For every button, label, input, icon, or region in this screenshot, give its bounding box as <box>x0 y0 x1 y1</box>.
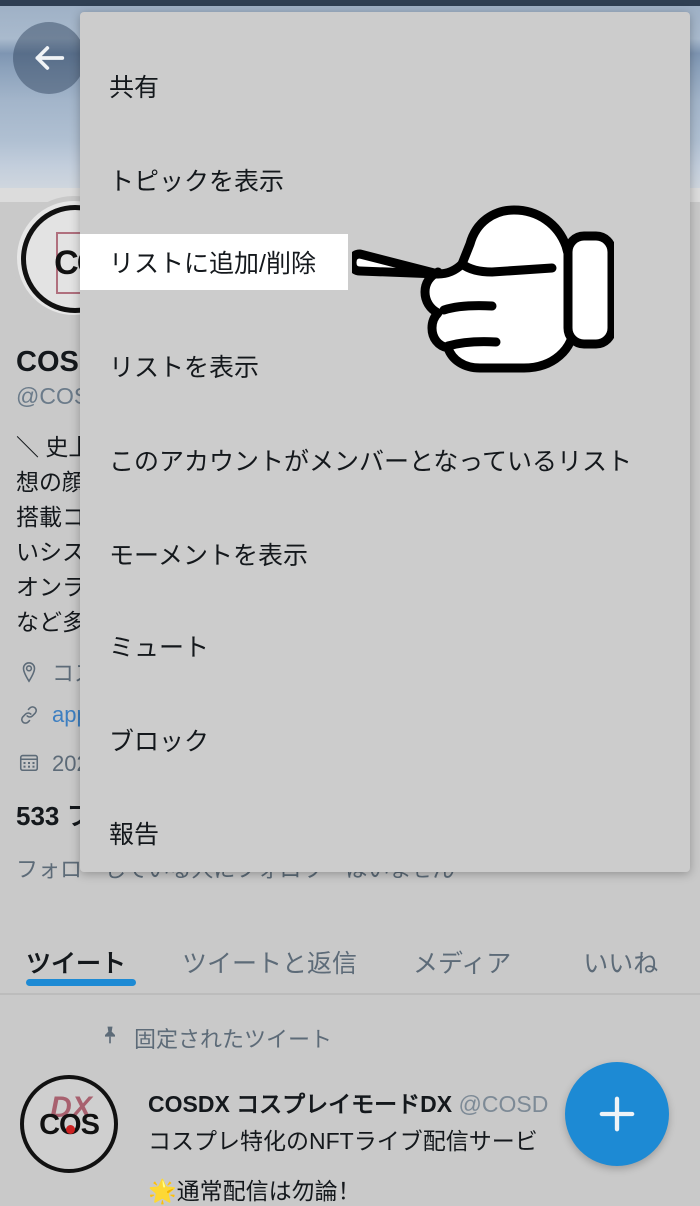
calendar-icon <box>18 751 40 773</box>
pointing-hand-cursor <box>347 196 617 386</box>
tweet-text-line-1: コスプレ特化のNFTライブ配信サービ <box>148 1128 538 1154</box>
menu-item-view-topics[interactable]: トピックを表示 <box>80 152 284 208</box>
back-button[interactable] <box>13 22 85 94</box>
location-pin-icon <box>18 661 40 683</box>
menu-item-view-lists[interactable]: リストを表示 <box>80 338 259 394</box>
link-icon <box>18 704 40 726</box>
menu-item-add-remove-from-lists[interactable]: リストに追加/削除 <box>80 234 348 290</box>
profile-overflow-menu[interactable]: 共有 トピックを表示 リストに追加/削除 リストを表示 このアカウントがメンバー… <box>80 12 690 872</box>
tweet-author-handle[interactable]: @COSD <box>459 1091 549 1117</box>
menu-item-lists-this-account-is-on[interactable]: このアカウントがメンバーとなっているリスト <box>80 432 632 488</box>
tweet-text-line-2: 🌟通常配信は勿論！ <box>148 1178 361 1204</box>
menu-item-report[interactable]: 報告 <box>80 805 159 861</box>
status-bar-strip <box>0 0 700 6</box>
pin-icon <box>100 1024 120 1052</box>
tweet-author-name[interactable]: COSDX コスプレイモードDX <box>148 1091 452 1117</box>
pinned-tweet-label: 固定されたツイート <box>100 1022 332 1054</box>
menu-item-block[interactable]: ブロック <box>80 712 209 768</box>
pinned-tweet-text: 固定されたツイート <box>134 1027 333 1052</box>
tab-tweets[interactable]: ツイート <box>26 944 126 980</box>
menu-item-view-moments[interactable]: モーメントを表示 <box>80 526 308 582</box>
compose-tweet-button[interactable] <box>565 1062 669 1166</box>
tweet-avatar-dot <box>66 1125 75 1134</box>
tweet-author-line: COSDX コスプレイモードDX @COSD <box>148 1085 548 1119</box>
menu-item-share[interactable]: 共有 <box>80 58 159 114</box>
tab-likes[interactable]: いいね <box>583 944 658 980</box>
tab-tweets-and-replies[interactable]: ツイートと返信 <box>182 944 357 980</box>
menu-item-mute[interactable]: ミュート <box>80 618 209 674</box>
tab-media[interactable]: メディア <box>413 944 511 980</box>
tweet-author-avatar[interactable]: DX COS <box>20 1075 118 1173</box>
tabbar-divider <box>0 993 700 995</box>
active-tab-indicator <box>26 979 136 986</box>
